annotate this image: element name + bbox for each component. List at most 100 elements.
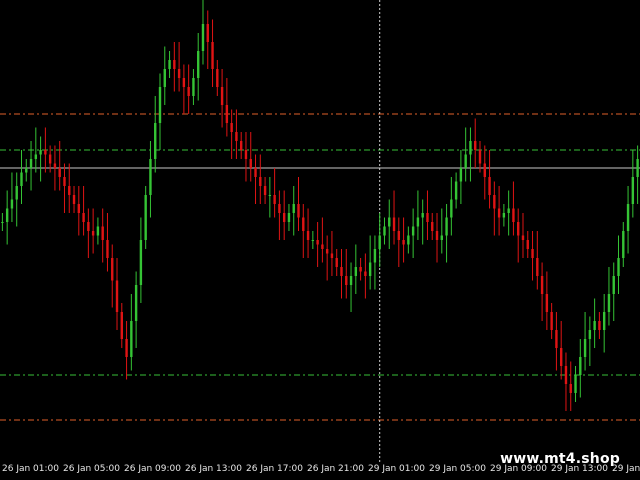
time-axis-label: 26 Jan 17:00 xyxy=(246,464,303,474)
time-axis-label: 26 Jan 21:00 xyxy=(307,464,364,474)
candle-body xyxy=(292,204,295,213)
candle-body xyxy=(555,330,558,348)
candle-body xyxy=(502,213,506,218)
time-axis-label: 29 Jan 01:00 xyxy=(368,464,425,474)
time-axis-label: 26 Jan 05:00 xyxy=(63,464,120,474)
candle-body xyxy=(445,217,448,236)
candle-body xyxy=(536,258,539,276)
candle-body xyxy=(134,285,138,321)
candle-body xyxy=(593,321,596,330)
candle-body xyxy=(235,132,238,141)
candle-body xyxy=(149,159,152,195)
candle-body xyxy=(268,195,272,196)
candle-body xyxy=(421,213,424,218)
time-axis-label: 29 Jan 05:00 xyxy=(429,464,486,474)
candle-body xyxy=(531,249,534,258)
candle-body xyxy=(182,78,186,87)
candle-body xyxy=(488,177,491,195)
candle-body xyxy=(612,276,615,294)
candle-body xyxy=(545,294,549,312)
candle-body xyxy=(321,244,324,249)
candle-body xyxy=(340,267,343,276)
candle-body xyxy=(254,168,257,177)
candle-body xyxy=(101,226,104,240)
candle-body xyxy=(440,235,443,240)
candle-body xyxy=(263,186,267,195)
candle-body xyxy=(58,168,61,177)
candle-body xyxy=(259,177,262,186)
candle-body xyxy=(201,24,205,51)
candle-body xyxy=(192,78,195,96)
candle-body xyxy=(602,312,606,330)
candle-body xyxy=(239,141,243,150)
candle-body xyxy=(636,159,639,177)
candle-body xyxy=(450,199,453,218)
candle-body xyxy=(416,217,420,227)
candle-body xyxy=(617,258,620,276)
candle-body xyxy=(431,222,434,231)
price-chart[interactable]: 26 Jan 01:00 26 Jan 05:00 26 Jan 09:00 26 J… xyxy=(0,0,640,480)
candle-body xyxy=(512,208,515,222)
candle-body xyxy=(29,159,33,168)
candle-body xyxy=(115,280,119,312)
candle-body xyxy=(68,186,71,195)
watermark: www.mt4.shop xyxy=(500,451,620,467)
candle-body xyxy=(177,69,181,78)
time-axis-label: 26 Jan 09:00 xyxy=(124,464,181,474)
candle-body xyxy=(1,222,4,223)
candle-body xyxy=(397,231,401,240)
candle-body xyxy=(77,204,81,213)
candle-body xyxy=(388,217,391,227)
candle-body xyxy=(278,204,281,213)
candle-body xyxy=(368,262,372,276)
candle-body xyxy=(144,195,147,240)
candle-body xyxy=(345,276,348,285)
candle-body xyxy=(206,24,209,42)
candle-body xyxy=(454,181,458,200)
candle-body xyxy=(158,87,162,123)
candle-body xyxy=(493,195,496,209)
candle-body xyxy=(96,226,100,236)
candle-body xyxy=(111,258,114,281)
candle-body xyxy=(316,240,319,245)
candle-body xyxy=(25,168,28,173)
candle-body xyxy=(91,231,95,236)
candle-body xyxy=(497,208,501,218)
candle-body xyxy=(483,163,486,177)
candle-body xyxy=(187,87,190,96)
candle-body xyxy=(173,60,176,69)
candle-body xyxy=(626,204,630,231)
candle-body xyxy=(478,150,482,164)
candle-body xyxy=(550,312,553,330)
candle-body xyxy=(325,249,329,254)
candle-body xyxy=(378,235,381,249)
candle-body xyxy=(392,217,396,231)
candle-body xyxy=(20,172,23,186)
candle-body xyxy=(507,208,510,213)
candle-body xyxy=(517,222,520,236)
candle-body xyxy=(287,213,291,222)
candle-body xyxy=(15,186,18,200)
candle-body xyxy=(469,141,472,155)
candle-body xyxy=(34,154,38,159)
candle-body xyxy=(48,154,52,164)
candle-body xyxy=(521,235,525,240)
candle-body xyxy=(225,105,229,123)
candle-body xyxy=(354,267,358,276)
time-axis-label: 26 Jan 01:00 xyxy=(2,464,59,474)
candle-body xyxy=(349,276,353,285)
candle-body xyxy=(282,213,286,222)
candle-body xyxy=(125,339,128,357)
candle-body xyxy=(335,258,338,267)
candle-body xyxy=(168,60,171,69)
candle-body xyxy=(559,348,563,366)
candle-body xyxy=(10,199,14,209)
candle-body xyxy=(120,312,123,339)
candle-body xyxy=(72,195,76,204)
candle-body xyxy=(130,321,133,357)
candle-body xyxy=(631,177,635,204)
candle-body xyxy=(197,51,200,78)
candle-body xyxy=(383,226,386,236)
candle-body xyxy=(359,267,362,272)
candle-body xyxy=(459,168,463,182)
